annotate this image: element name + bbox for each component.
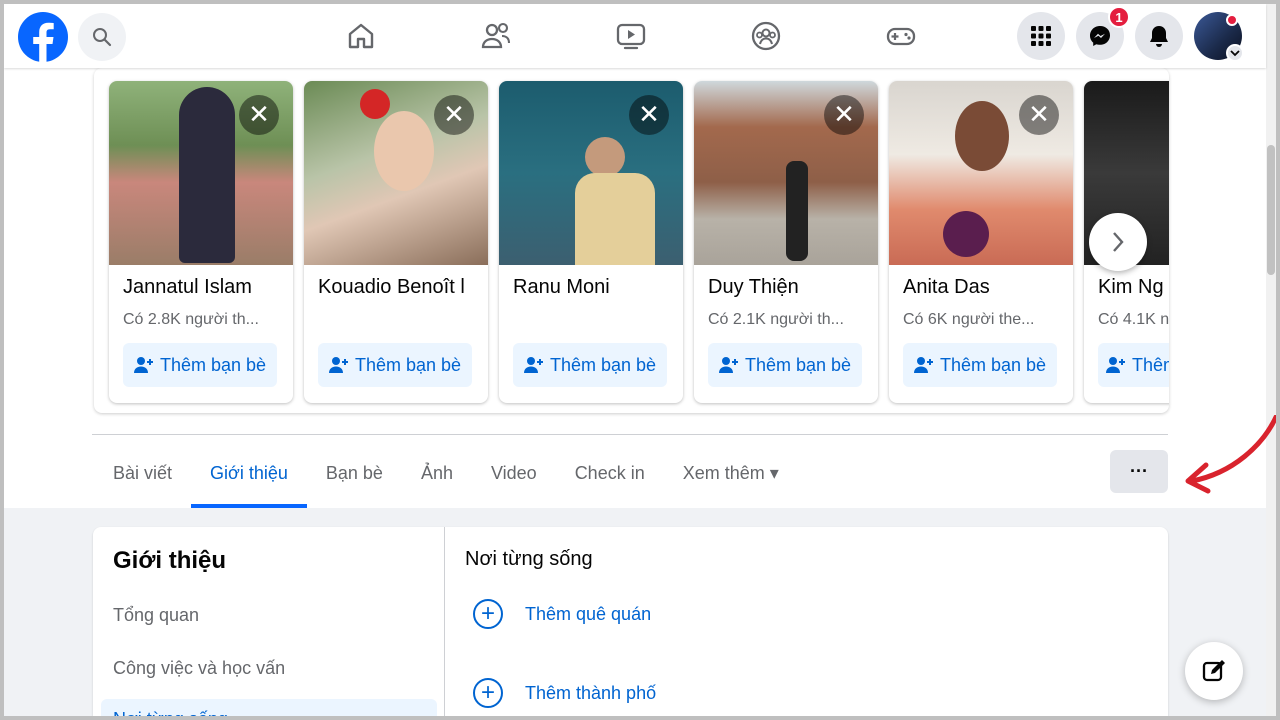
people-you-may-know-carousel: ✕ Jannatul Islam Có 2.8K người th... Thê…	[94, 68, 1169, 413]
new-message-button[interactable]	[1185, 642, 1243, 700]
profile-photo[interactable]: ✕	[694, 81, 878, 265]
tab-friends[interactable]: Bạn bè	[307, 438, 402, 508]
search-icon[interactable]	[78, 13, 126, 61]
about-work-education-link[interactable]: Công việc và học vấn	[113, 658, 285, 679]
profile-photo[interactable]: ✕	[889, 81, 1073, 265]
tab-about[interactable]: Giới thiệu	[191, 438, 307, 508]
add-friend-button[interactable]: Thêm	[1098, 343, 1169, 387]
tab-posts[interactable]: Bài viết	[94, 438, 191, 508]
profile-photo[interactable]: ✕	[499, 81, 683, 265]
mutual-friends-text: Có 6K người the...	[903, 311, 1035, 328]
mutual-friends-text: Có 2.1K người th...	[708, 311, 844, 328]
suggestion-card[interactable]: ✕ Duy Thiện Có 2.1K người th... Thêm bạn…	[694, 81, 878, 403]
chevron-right-icon	[1113, 232, 1124, 252]
profile-photo[interactable]: ✕	[304, 81, 488, 265]
add-friend-button[interactable]: Thêm bạn bè	[903, 343, 1057, 387]
tab-photos[interactable]: Ảnh	[402, 438, 472, 508]
facebook-logo-icon[interactable]	[18, 12, 68, 62]
home-icon[interactable]	[341, 16, 381, 56]
close-icon[interactable]: ✕	[434, 95, 474, 135]
gaming-icon[interactable]	[881, 16, 921, 56]
add-friend-label: Thêm bạn bè	[549, 354, 657, 375]
top-navigation-bar: 1	[4, 4, 1266, 68]
add-friend-button[interactable]: Thêm bạn bè	[123, 343, 277, 387]
close-icon[interactable]: ✕	[629, 95, 669, 135]
close-icon[interactable]: ✕	[824, 95, 864, 135]
suggestion-card[interactable]: ✕ Ranu Moni Thêm bạn bè	[499, 81, 683, 403]
add-city-button[interactable]: + Thêm thành phố	[473, 678, 656, 708]
chevron-down-icon	[1226, 44, 1244, 62]
scrollbar-thumb[interactable]	[1267, 145, 1275, 275]
tab-see-more[interactable]: Xem thêm ▾	[664, 438, 798, 508]
more-options-button[interactable]: ···	[1110, 450, 1168, 493]
suggestion-name[interactable]: Jannatul Islam	[123, 276, 293, 299]
suggestion-name[interactable]: Ranu Moni	[513, 276, 683, 299]
watch-video-icon[interactable]	[611, 16, 651, 56]
suggestion-card[interactable]: ✕ Jannatul Islam Có 2.8K người th... Thê…	[109, 81, 293, 403]
about-card: Giới thiệu Tổng quan Công việc và học vấ…	[93, 527, 1168, 720]
add-friend-label: Thêm	[1132, 354, 1169, 375]
add-hometown-button[interactable]: + Thêm quê quán	[473, 599, 651, 629]
profile-section: ✕ Jannatul Islam Có 2.8K người th... Thê…	[4, 68, 1266, 508]
close-icon[interactable]: ✕	[239, 95, 279, 135]
add-hometown-label: Thêm quê quán	[525, 603, 652, 624]
suggestion-name[interactable]: Kouadio Benoît l	[318, 276, 488, 299]
add-city-label: Thêm thành phố	[525, 682, 657, 703]
mutual-friends-text: Có 4.1K n	[1098, 311, 1169, 328]
groups-icon[interactable]	[746, 16, 786, 56]
menu-grid-icon[interactable]	[1017, 12, 1065, 60]
plus-circle-icon: +	[473, 678, 503, 708]
about-title: Giới thiệu	[113, 547, 227, 574]
friends-icon[interactable]	[476, 16, 516, 56]
add-friend-icon	[133, 357, 153, 373]
profile-tabs: Bài viết Giới thiệu Bạn bè Ảnh Video Che…	[94, 438, 798, 508]
scrollbar-track[interactable]	[1266, 4, 1276, 716]
add-friend-icon	[1106, 357, 1125, 373]
messenger-icon[interactable]: 1	[1076, 6, 1130, 60]
about-places-lived-link[interactable]: Nơi từng sống	[101, 699, 437, 720]
notification-dot	[1226, 14, 1238, 26]
add-friend-icon	[718, 357, 738, 373]
add-friend-label: Thêm bạn bè	[744, 354, 852, 375]
suggestion-name[interactable]: Kim Ng	[1098, 276, 1169, 299]
add-friend-label: Thêm bạn bè	[159, 354, 267, 375]
add-friend-label: Thêm bạn bè	[354, 354, 462, 375]
suggestion-card[interactable]: ✕ Anita Das Có 6K người the... Thêm bạn …	[889, 81, 1073, 403]
notifications-bell-icon[interactable]	[1135, 12, 1183, 60]
divider	[92, 434, 1168, 435]
account-avatar[interactable]	[1194, 12, 1244, 62]
mutual-friends-text: Có 2.8K người th...	[123, 311, 259, 328]
places-lived-heading: Nơi từng sống	[465, 548, 593, 570]
add-friend-icon	[913, 357, 933, 373]
suggestion-card[interactable]: ✕ Kouadio Benoît l Thêm bạn bè	[304, 81, 488, 403]
add-friend-icon	[328, 357, 348, 373]
tab-videos[interactable]: Video	[472, 438, 556, 508]
messenger-badge: 1	[1108, 6, 1130, 28]
add-friend-label: Thêm bạn bè	[939, 354, 1047, 375]
add-friend-icon	[523, 357, 543, 373]
suggestion-name[interactable]: Duy Thiện	[708, 276, 878, 299]
compose-edit-icon	[1202, 660, 1225, 682]
plus-circle-icon: +	[473, 599, 503, 629]
carousel-next-button[interactable]	[1089, 213, 1147, 271]
close-icon[interactable]: ✕	[1019, 95, 1059, 135]
add-friend-button[interactable]: Thêm bạn bè	[318, 343, 472, 387]
about-sidebar: Giới thiệu Tổng quan Công việc và học vấ…	[93, 527, 445, 720]
profile-photo[interactable]: ✕	[109, 81, 293, 265]
annotation-arrow-icon	[1185, 415, 1278, 494]
suggestion-name[interactable]: Anita Das	[903, 276, 1073, 299]
about-overview-link[interactable]: Tổng quan	[113, 605, 199, 626]
tab-check-ins[interactable]: Check in	[556, 438, 664, 508]
add-friend-button[interactable]: Thêm bạn bè	[708, 343, 862, 387]
add-friend-button[interactable]: Thêm bạn bè	[513, 343, 667, 387]
